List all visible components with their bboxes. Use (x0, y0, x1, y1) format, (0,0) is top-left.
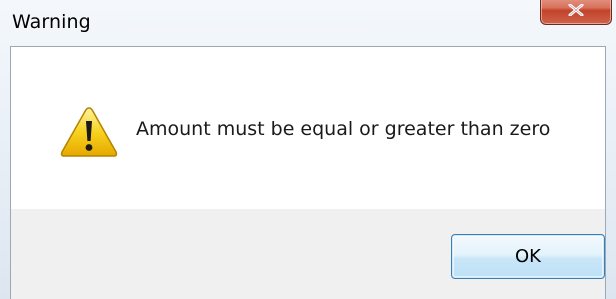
warning-message: Amount must be equal or greater than zer… (136, 118, 551, 140)
message-area: Amount must be equal or greater than zer… (11, 47, 605, 209)
ok-button[interactable]: OK (451, 234, 605, 279)
title-bar[interactable]: Warning (0, 0, 616, 46)
close-button[interactable] (540, 0, 612, 25)
dialog-body: Amount must be equal or greater than zer… (10, 46, 606, 299)
warning-icon (60, 107, 118, 157)
warning-dialog-window: Warning Amount must be equal or greater … (0, 0, 616, 299)
close-icon (568, 4, 584, 16)
window-title: Warning (12, 11, 91, 33)
